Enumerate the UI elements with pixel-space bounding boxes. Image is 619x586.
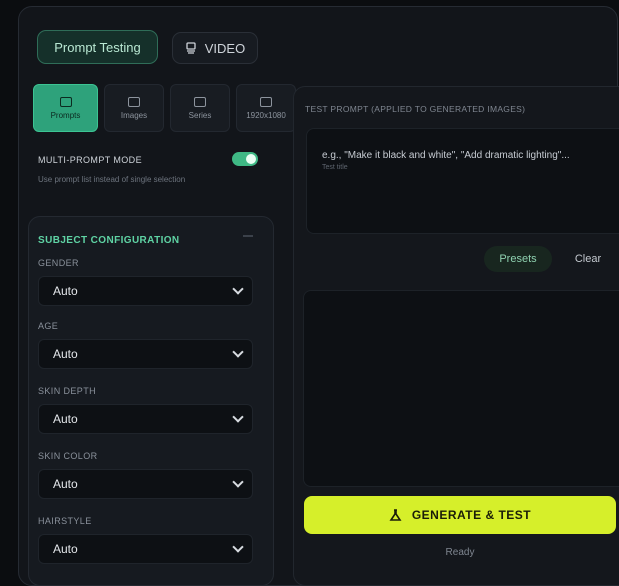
series-icon [194, 96, 206, 107]
skin-depth-value: Auto [53, 412, 78, 426]
hairstyle-value: Auto [53, 542, 78, 556]
collapse-icon[interactable] [243, 235, 253, 237]
mode-prompts[interactable]: Prompts [33, 84, 98, 132]
skin-depth-label: SKIN DEPTH [38, 386, 97, 396]
tab-video-label: VIDEO [204, 40, 246, 56]
multi-prompt-label: MULTI-PROMPT MODE [38, 155, 142, 165]
presets-button[interactable]: Presets [484, 246, 552, 272]
skin-color-select[interactable]: Auto [38, 469, 253, 499]
chevron-down-icon [232, 541, 244, 553]
multi-prompt-toggle[interactable] [232, 152, 258, 166]
test-prompt-label: TEST PROMPT (APPLIED TO GENERATED IMAGES… [305, 104, 526, 114]
mode-series-label: Series [188, 110, 212, 120]
chevron-down-icon [232, 476, 244, 488]
generate-test-button[interactable]: GENERATE & TEST [304, 496, 616, 534]
test-prompt-input[interactable] [306, 128, 619, 234]
chevron-down-icon [232, 346, 244, 358]
subject-configuration-title: SUBJECT CONFIGURATION [38, 235, 180, 246]
test-prompt-hint: Test title [322, 164, 348, 171]
hairstyle-select[interactable]: Auto [38, 534, 253, 564]
mode-prompts-label: Prompts [50, 110, 81, 120]
mode-images[interactable]: Images [104, 84, 164, 132]
output-area [303, 290, 619, 487]
tab-prompt-testing[interactable]: Prompt Testing [37, 30, 158, 64]
multi-prompt-description: Use prompt list instead of single select… [38, 175, 186, 184]
grid-icon [59, 96, 72, 107]
chevron-down-icon [232, 283, 244, 295]
generate-test-label: GENERATE & TEST [411, 508, 532, 522]
age-value: Auto [53, 347, 78, 361]
skin-color-value: Auto [53, 477, 78, 491]
status-text: Ready [445, 547, 475, 558]
mode-series[interactable]: Series [170, 84, 230, 132]
images-icon [128, 96, 140, 107]
hairstyle-label: HAIRSTYLE [38, 516, 92, 526]
tab-video[interactable]: VIDEO [172, 32, 258, 64]
resolution-icon [260, 96, 272, 107]
skin-depth-select[interactable]: Auto [38, 404, 253, 434]
mode-resolution-label: 1920x1080 [246, 110, 286, 120]
gender-select[interactable]: Auto [38, 276, 253, 306]
mode-selector: Prompts Images Series 1920x1080 [33, 84, 296, 132]
tab-prompt-testing-label: Prompt Testing [54, 39, 141, 55]
age-label: AGE [38, 321, 59, 331]
clear-button[interactable]: Clear [565, 246, 611, 272]
mode-resolution[interactable]: 1920x1080 [236, 84, 296, 132]
gender-label: GENDER [38, 258, 79, 268]
video-icon [186, 42, 196, 54]
gender-value: Auto [53, 284, 78, 298]
age-select[interactable]: Auto [38, 339, 253, 369]
test-prompt-placeholder: e.g., "Make it black and white", "Add dr… [322, 150, 570, 161]
subject-configuration-panel [28, 216, 274, 586]
chevron-down-icon [232, 411, 244, 423]
skin-color-label: SKIN COLOR [38, 451, 98, 461]
mode-images-label: Images [120, 110, 148, 120]
toggle-knob [246, 154, 256, 164]
flask-icon [389, 508, 402, 521]
